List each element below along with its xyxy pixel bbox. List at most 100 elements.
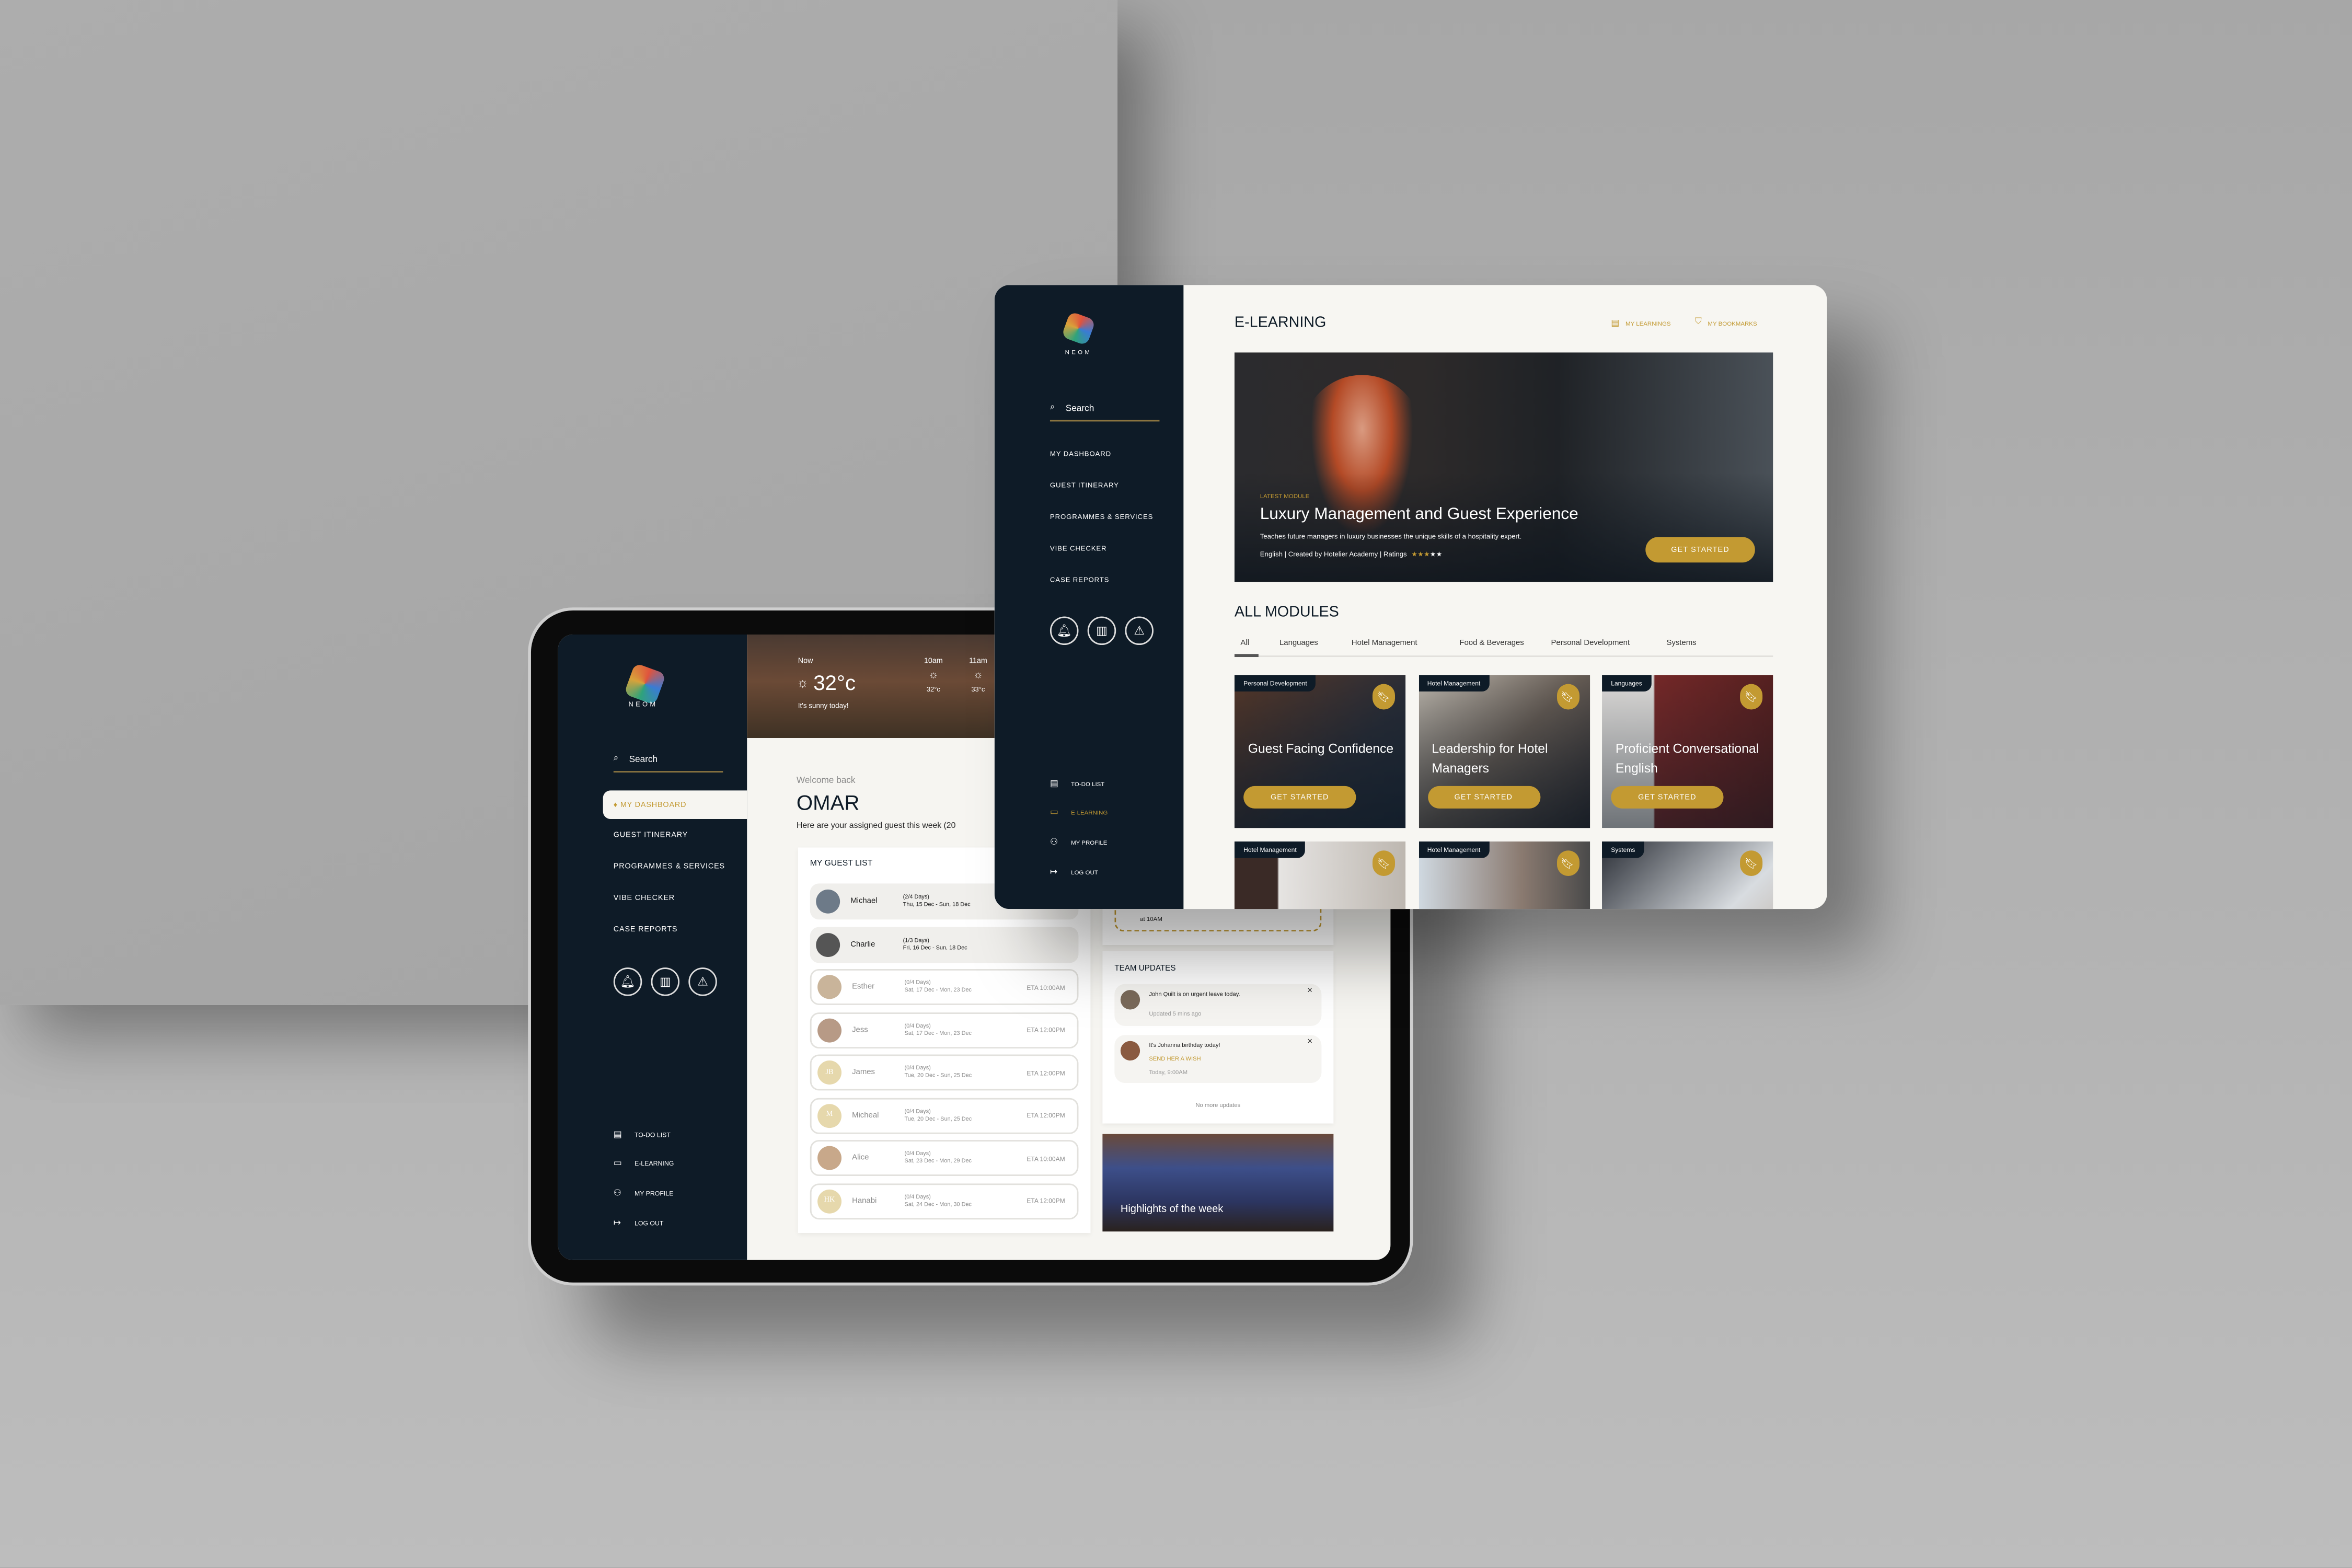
bookmark-icon[interactable]: 🔖︎ xyxy=(1740,684,1763,710)
guest-name: James xyxy=(852,1068,875,1077)
update-time: Updated 5 mins ago xyxy=(1149,1009,1202,1017)
tab-hotel-management[interactable]: Hotel Management xyxy=(1352,639,1417,648)
tab-personal-development[interactable]: Personal Development xyxy=(1551,639,1630,648)
hero-meta: English | Created by Hotelier Academy | … xyxy=(1260,550,1443,559)
forecast-temp: 33°c xyxy=(971,685,985,693)
sidebar-item-programmes[interactable]: PROGRAMMES & SERVICES xyxy=(614,862,725,871)
module-card[interactable]: Hotel Management 🔖︎ Leadership for Hotel M… xyxy=(1418,675,1589,828)
guest-row[interactable]: Charlie (1/3 Days) Fri, 16 Dec - Sun, 18 D… xyxy=(810,926,1079,963)
sidebar-item-case-reports[interactable]: CASE REPORTS xyxy=(614,926,678,935)
nav-label: TO-DO LIST xyxy=(634,1131,671,1139)
guest-row[interactable]: Esther (0/4 Days) Sat, 17 Dec - Mon, 23 De… xyxy=(810,969,1079,1005)
guest-days: (0/4 Days) xyxy=(904,979,931,986)
bookmark-icon[interactable]: 🔖︎ xyxy=(1556,850,1579,877)
guest-name: Micheal xyxy=(852,1111,879,1120)
sidebar-item-elearning[interactable]: ▭ E-LEARNING xyxy=(1050,807,1108,817)
avatar: HK xyxy=(817,1189,842,1213)
module-get-started-button[interactable]: GET STARTED xyxy=(1611,786,1724,809)
map-icon[interactable]: ▥ xyxy=(1087,616,1116,645)
bookmark-icon: ⛉ xyxy=(1694,318,1702,327)
bookmark-icon[interactable]: 🔖︎ xyxy=(1372,684,1396,710)
guest-days: (0/4 Days) xyxy=(904,1193,931,1200)
my-bookmarks-link[interactable]: ⛉ MY BOOKMARKS xyxy=(1695,318,1757,328)
sidebar-item-profile[interactable]: ⚇ MY PROFILE xyxy=(1050,837,1108,847)
search-icon: ⌕ xyxy=(613,754,619,764)
sidebar-item-vibe-checker[interactable]: VIBE CHECKER xyxy=(614,894,675,903)
guest-eta: ETA 10:00AM xyxy=(1027,983,1065,991)
guest-stay: (0/4 Days) Sat, 17 Dec - Mon, 23 Dec xyxy=(905,1022,1022,1037)
guest-row[interactable]: Alice (0/4 Days) Sat, 23 Dec - Mon, 29 Dec… xyxy=(810,1140,1079,1177)
guest-dates: Fri, 16 Dec - Sun, 18 Dec xyxy=(903,944,967,951)
guest-name: Esther xyxy=(852,982,875,992)
tab-languages[interactable]: Languages xyxy=(1279,639,1318,648)
bell-icon[interactable]: 🔔︎ xyxy=(613,967,642,996)
dashboard-subtitle: Here are your assigned guest this week (… xyxy=(796,822,956,831)
list-icon: ▤ xyxy=(613,1131,622,1140)
sidebar-item-todo[interactable]: ▤ TO-DO LIST xyxy=(614,1129,671,1140)
module-category: Hotel Management xyxy=(1234,841,1306,858)
guest-row[interactable]: M Micheal (0/4 Days) Tue, 20 Dec - Sun, 25 … xyxy=(810,1097,1079,1134)
module-card[interactable]: Hotel Management 🔖︎ xyxy=(1234,841,1406,909)
sidebar-item-todo[interactable]: ▤ TO-DO LIST xyxy=(1050,778,1104,789)
guest-days: (0/4 Days) xyxy=(904,1065,931,1071)
search-input[interactable]: ⌕ Search xyxy=(613,754,723,773)
bookmark-icon[interactable]: 🔖︎ xyxy=(1556,684,1579,710)
module-title: Guest Facing Confidence xyxy=(1248,741,1394,756)
avatar xyxy=(817,1146,842,1170)
sidebar-item-guest-itinerary[interactable]: GUEST ITINERARY xyxy=(614,831,688,840)
sidebar-item-my-dashboard[interactable]: MY DASHBOARD xyxy=(1050,450,1111,457)
send-wish-link[interactable]: SEND HER A WISH xyxy=(1149,1055,1201,1062)
close-icon[interactable]: × xyxy=(1307,1038,1312,1047)
sidebar-item-elearning[interactable]: ▭ E-LEARNING xyxy=(614,1158,674,1168)
guest-stay: (0/4 Days) Sat, 23 Dec - Mon, 29 Dec xyxy=(905,1150,1022,1166)
guest-row[interactable]: HK Hanabi (0/4 Days) Sat, 24 Dec - Mon, 30 … xyxy=(810,1182,1079,1219)
sidebar-item-logout[interactable]: ↦ LOG OUT xyxy=(614,1218,664,1228)
tab-systems[interactable]: Systems xyxy=(1666,639,1696,648)
close-icon[interactable]: × xyxy=(1307,987,1312,996)
alert-icon[interactable]: ⚠︎ xyxy=(1125,616,1154,645)
quick-actions: 🔔︎ ▥ ⚠︎ xyxy=(613,967,717,996)
update-time: Today, 9:00AM xyxy=(1149,1068,1188,1076)
avatar xyxy=(817,975,842,999)
module-get-started-button[interactable]: GET STARTED xyxy=(1427,786,1540,809)
sidebar-item-profile[interactable]: ⚇ MY PROFILE xyxy=(614,1188,674,1198)
sidebar-item-my-dashboard[interactable]: ♦ MY DASHBOARD xyxy=(614,801,687,810)
welcome-text: Welcome back xyxy=(796,777,856,786)
elearning-screen: NEOM ⌕ Search MY DASHBOARD GUEST ITINERA… xyxy=(994,285,1827,909)
map-icon[interactable]: ▥ xyxy=(651,967,680,996)
weather-banner: Now ☼ 32°c It's sunny today! 10am ☼ 32°c 11… xyxy=(747,634,1002,738)
module-card[interactable]: Languages 🔖︎ Proficient Conversational Eng… xyxy=(1602,675,1773,828)
guest-stay: (0/4 Days) Sat, 17 Dec - Mon, 23 Dec xyxy=(905,979,1022,995)
guest-name: Hanabi xyxy=(852,1196,877,1205)
sidebar-item-vibe-checker[interactable]: VIBE CHECKER xyxy=(1050,545,1107,552)
my-learnings-link[interactable]: ▤ MY LEARNINGS xyxy=(1611,318,1670,328)
guest-row[interactable]: JB James (0/4 Days) Tue, 20 Dec - Sun, 25 D… xyxy=(810,1054,1079,1091)
modules-title: ALL MODULES xyxy=(1234,604,1339,621)
forecast-10am: 10am ☼ 32°c xyxy=(924,657,943,693)
search-input[interactable]: ⌕ Search xyxy=(1050,403,1160,422)
sun-icon: ☼ xyxy=(928,670,939,681)
module-card[interactable]: Systems 🔖︎ xyxy=(1602,841,1773,909)
guest-row[interactable]: Jess (0/4 Days) Sat, 17 Dec - Mon, 23 Dec E… xyxy=(810,1011,1079,1048)
alert-icon[interactable]: ⚠︎ xyxy=(688,967,717,996)
hero-meta-text: English | Created by Hotelier Academy | … xyxy=(1260,550,1407,558)
nav-label: TO-DO LIST xyxy=(1071,780,1105,788)
sidebar-item-guest-itinerary[interactable]: GUEST ITINERARY xyxy=(1050,481,1119,489)
guest-eta: ETA 10:00AM xyxy=(1027,1154,1065,1162)
guest-dates: Sat, 17 Dec - Mon, 23 Dec xyxy=(904,1030,972,1036)
tab-all[interactable]: All xyxy=(1240,639,1249,648)
module-card[interactable]: Personal Development 🔖︎ Guest Facing Confi… xyxy=(1234,675,1406,828)
sidebar-item-logout[interactable]: ↦ LOG OUT xyxy=(1050,867,1098,878)
module-get-started-button[interactable]: GET STARTED xyxy=(1243,786,1356,809)
sidebar-item-case-reports[interactable]: CASE REPORTS xyxy=(1050,576,1109,583)
sidebar-item-programmes[interactable]: PROGRAMMES & SERVICES xyxy=(1050,513,1153,521)
highlights-card[interactable]: Highlights of the week xyxy=(1102,1134,1334,1232)
bookmark-icon[interactable]: 🔖︎ xyxy=(1372,850,1396,877)
elearning-sidebar: NEOM ⌕ Search MY DASHBOARD GUEST ITINERA… xyxy=(994,285,1184,909)
module-card[interactable]: Hotel Management 🔖︎ xyxy=(1418,841,1589,909)
hero-get-started-button[interactable]: GET STARTED xyxy=(1645,537,1755,563)
rating-stars: ★★★★★ xyxy=(1411,550,1442,559)
bell-icon[interactable]: 🔔︎ xyxy=(1050,616,1079,645)
tab-food-beverages[interactable]: Food & Beverages xyxy=(1459,639,1524,648)
bookmark-icon[interactable]: 🔖︎ xyxy=(1740,850,1763,877)
